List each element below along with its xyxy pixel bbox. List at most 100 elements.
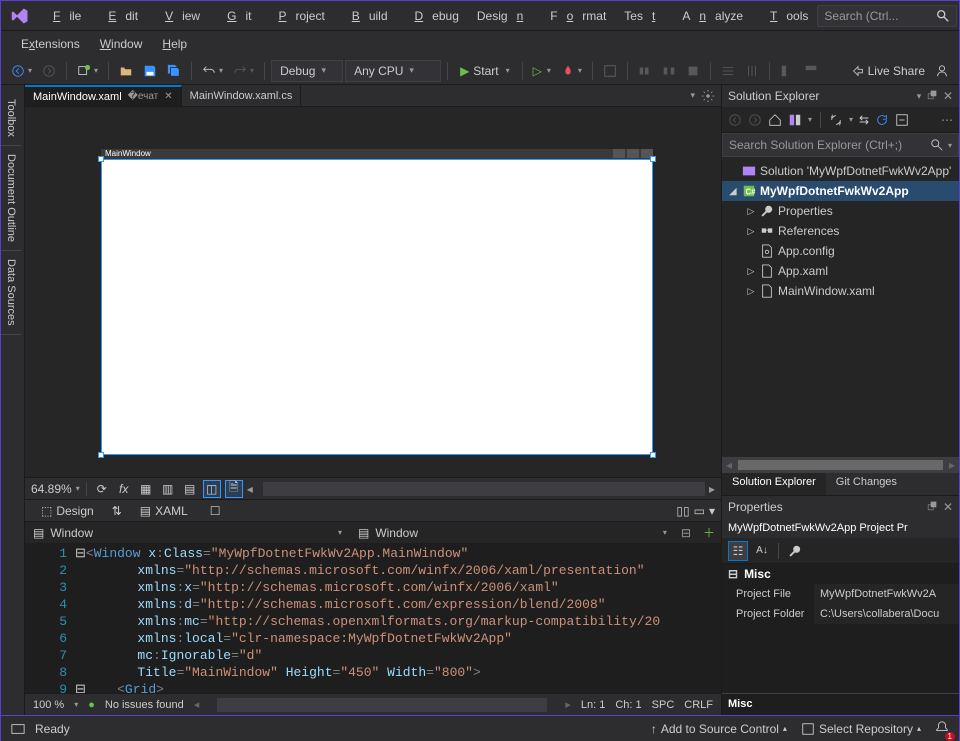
editor-zoom[interactable]: 100 % xyxy=(33,699,64,711)
refresh-icon[interactable] xyxy=(875,113,889,127)
open-file-button[interactable] xyxy=(115,60,137,82)
fwd-icon[interactable] xyxy=(748,113,762,127)
start-debug-button[interactable]: ▶Start▾ xyxy=(454,60,516,82)
xaml-designer[interactable]: MainWindow xyxy=(25,107,721,477)
menu-extensions[interactable]: Extensions xyxy=(11,33,90,55)
crumb-left[interactable]: ▤Window▾ xyxy=(25,526,350,540)
back-icon[interactable] xyxy=(728,113,742,127)
design-tab[interactable]: ⬚ Design xyxy=(31,502,104,520)
swap-panes-icon[interactable]: ⇅ xyxy=(112,504,122,518)
tool-1[interactable] xyxy=(599,60,621,82)
annotations-icon[interactable]: 🗎 xyxy=(225,480,243,498)
tree-properties[interactable]: ▷Properties xyxy=(722,201,959,221)
crumb-add-icon[interactable]: ＋ xyxy=(697,524,721,541)
menu-view[interactable]: View xyxy=(147,5,209,27)
tree-solution[interactable]: Solution 'MyWpfDotnetFwkWv2App' xyxy=(722,161,959,181)
properties-grid[interactable]: Misc Project FileMyWpfDotnetFwkWv2A Proj… xyxy=(722,564,959,693)
menu-test[interactable]: Test xyxy=(615,5,673,27)
redo-button[interactable]: ▾ xyxy=(229,60,258,82)
tree-project[interactable]: ◢C#MyWpfDotnetFwkWv2App xyxy=(722,181,959,201)
switch-view-icon[interactable] xyxy=(788,113,802,127)
wrench-icon[interactable] xyxy=(785,541,805,561)
tool-7[interactable] xyxy=(776,60,798,82)
editor-hscroll[interactable] xyxy=(217,698,547,712)
feedback-button[interactable] xyxy=(931,60,953,82)
code-editor[interactable]: 123456789 ⊟<Window x:Class="MyWpfDotnetF… xyxy=(25,543,721,693)
config-combo[interactable]: Debug▾ xyxy=(271,60,343,82)
collapse-icon[interactable]: ▾ xyxy=(709,504,715,518)
nav-back-button[interactable]: ▾ xyxy=(7,60,36,82)
tool-5[interactable] xyxy=(717,60,739,82)
prop-project-folder[interactable]: Project FolderC:\Users\collabera\Docu xyxy=(722,604,959,624)
overflow-icon[interactable]: ⋯ xyxy=(941,113,953,127)
title-search-input[interactable]: Search (Ctrl... xyxy=(817,5,957,27)
tool-6[interactable] xyxy=(741,60,763,82)
categorized-icon[interactable]: ☷ xyxy=(728,541,748,561)
code-text[interactable]: ⊟<Window x:Class="MyWpfDotnetFwkWv2App.M… xyxy=(75,543,721,693)
tab-solution-explorer[interactable]: Solution Explorer xyxy=(722,473,826,495)
sync-with-doc-icon[interactable]: ⇆ xyxy=(859,113,869,127)
tree-appxaml[interactable]: ▷App.xaml xyxy=(722,261,959,281)
menu-edit[interactable]: Edit xyxy=(90,5,147,27)
output-icon[interactable] xyxy=(11,722,25,736)
tool-8[interactable] xyxy=(800,60,822,82)
save-button[interactable] xyxy=(139,60,161,82)
nav-fwd-button[interactable] xyxy=(38,60,60,82)
pin-icon[interactable]: �ечат xyxy=(128,91,159,102)
snap-icon[interactable]: ▥ xyxy=(159,480,177,498)
tool-3[interactable] xyxy=(658,60,680,82)
tab-mainwindow-xaml-cs[interactable]: MainWindow.xaml.cs xyxy=(182,85,302,106)
refresh-icon[interactable]: ⟳ xyxy=(93,480,111,498)
close-icon[interactable]: ✕ xyxy=(164,91,172,102)
tree-mainwindowxaml[interactable]: ▷MainWindow.xaml xyxy=(722,281,959,301)
live-share-button[interactable]: Live Share xyxy=(847,60,929,82)
tab-git-changes[interactable]: Git Changes xyxy=(826,473,907,495)
effects-icon[interactable]: ◫ xyxy=(203,480,221,498)
tool-4[interactable] xyxy=(682,60,704,82)
alphabetical-icon[interactable]: A↓ xyxy=(752,541,772,561)
xaml-tab[interactable]: ▤ XAML xyxy=(130,502,198,520)
split-v-icon[interactable]: ▭ xyxy=(694,504,705,518)
zoom-value[interactable]: 64.89% xyxy=(31,482,72,496)
solution-tree[interactable]: Solution 'MyWpfDotnetFwkWv2App' ◢C#MyWpf… xyxy=(722,157,959,457)
popout-icon[interactable]: ☐ xyxy=(200,502,231,520)
collapse-all-icon[interactable] xyxy=(895,113,909,127)
settings-icon[interactable] xyxy=(701,89,715,103)
split-h-icon[interactable]: ▯▯ xyxy=(676,504,689,518)
prop-project-file[interactable]: Project FileMyWpfDotnetFwkWv2A xyxy=(722,584,959,604)
add-source-control-button[interactable]: ↑Add to Source Control ▴ xyxy=(651,722,787,736)
category-misc[interactable]: Misc xyxy=(722,564,959,584)
document-outline-tab[interactable]: Document Outline xyxy=(1,146,21,251)
grid-icon[interactable]: ▦ xyxy=(137,480,155,498)
issues-text[interactable]: No issues found xyxy=(105,699,184,711)
undo-button[interactable]: ▾ xyxy=(198,60,227,82)
fx-icon[interactable]: fx xyxy=(115,480,133,498)
panel-menu-icon[interactable]: ▾ xyxy=(917,91,922,102)
close-icon[interactable]: ✕ xyxy=(943,89,953,103)
tree-appconfig[interactable]: App.config xyxy=(722,241,959,261)
sync-icon[interactable] xyxy=(829,113,843,127)
platform-combo[interactable]: Any CPU▾ xyxy=(345,60,441,82)
tree-references[interactable]: ▷References xyxy=(722,221,959,241)
menu-project[interactable]: Project xyxy=(260,5,333,27)
ln-text[interactable]: Ln: 1 xyxy=(581,699,605,711)
pin-icon[interactable]: ⮻ xyxy=(927,497,937,518)
close-icon[interactable]: ✕ xyxy=(943,500,953,514)
designer-canvas[interactable] xyxy=(101,159,653,455)
new-project-button[interactable]: ▾ xyxy=(73,60,102,82)
menu-file[interactable]: File xyxy=(35,5,90,27)
solution-hscroll[interactable]: ◂▸ xyxy=(722,457,959,473)
home-icon[interactable] xyxy=(768,113,782,127)
pin-icon[interactable]: ⮻ xyxy=(927,86,937,107)
notifications-icon[interactable] xyxy=(935,720,949,737)
hot-reload-button[interactable]: ▾ xyxy=(557,60,586,82)
crumb-split-icon[interactable]: ⊟ xyxy=(675,526,697,540)
properties-object-name[interactable]: MyWpfDotnetFwkWv2App Project Pr xyxy=(722,518,959,538)
tab-mainwindow-xaml[interactable]: MainWindow.xaml �ечат ✕ xyxy=(25,85,182,106)
crumb-right[interactable]: ▤Window▾ xyxy=(350,526,675,540)
data-sources-tab[interactable]: Data Sources xyxy=(1,251,21,335)
toolbox-tab[interactable]: Toolbox xyxy=(1,91,21,146)
snaplines-icon[interactable]: ▤ xyxy=(181,480,199,498)
menu-debug[interactable]: Debug xyxy=(397,5,468,27)
menu-window[interactable]: Window xyxy=(90,33,153,55)
